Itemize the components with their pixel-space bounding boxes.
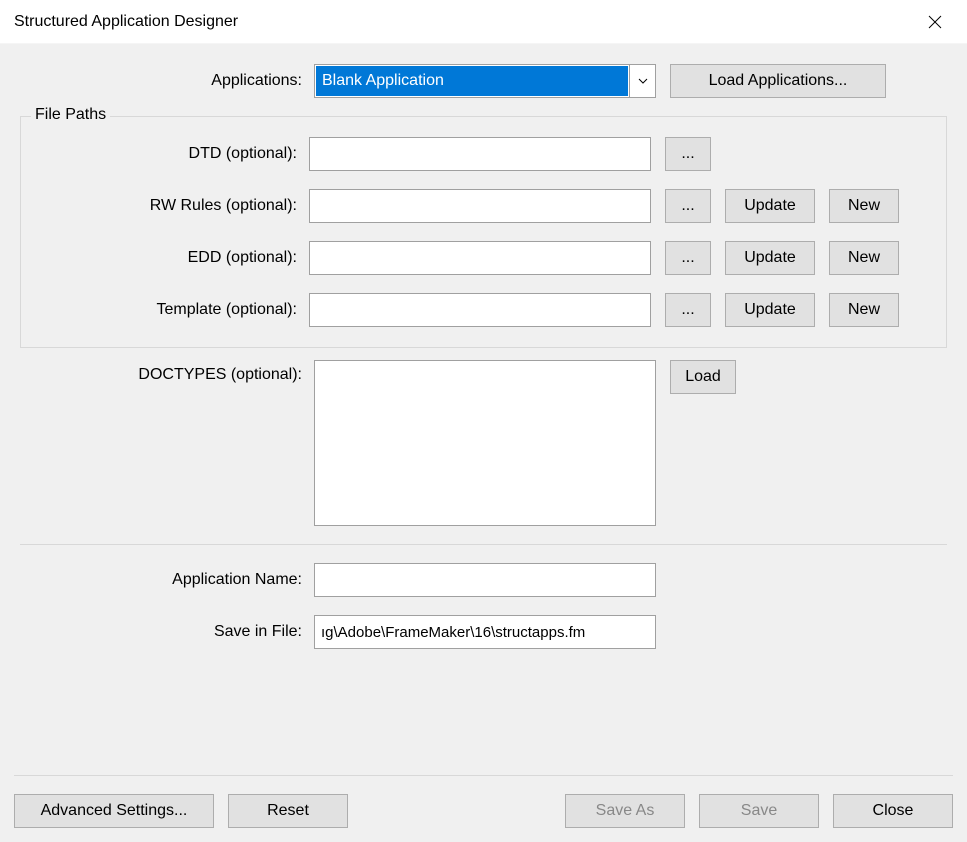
footer-buttons: Advanced Settings... Reset Save As Save … — [14, 794, 953, 828]
save-button[interactable]: Save — [699, 794, 819, 828]
edd-label: EDD (optional): — [21, 249, 309, 267]
advanced-settings-button[interactable]: Advanced Settings... — [14, 794, 214, 828]
app-name-input[interactable] — [314, 563, 656, 597]
save-in-file-label: Save in File: — [14, 623, 314, 641]
window-title: Structured Application Designer — [14, 13, 238, 31]
separator-2 — [14, 775, 953, 776]
save-in-file-field[interactable]: ıg\Adobe\FrameMaker\16\structapps.fm — [314, 615, 656, 649]
doctypes-row: DOCTYPES (optional): Load — [14, 360, 953, 526]
template-input[interactable] — [309, 293, 651, 327]
titlebar: Structured Application Designer — [0, 0, 967, 44]
dialog-content: Applications: Blank Application Load App… — [0, 44, 967, 842]
file-paths-legend: File Paths — [31, 106, 110, 124]
template-label: Template (optional): — [21, 301, 309, 319]
rwrules-row: RW Rules (optional): ... Update New — [21, 189, 938, 223]
dtd-row: DTD (optional): ... — [21, 137, 938, 171]
doctypes-load-button[interactable]: Load — [670, 360, 736, 394]
applications-row: Applications: Blank Application Load App… — [14, 64, 953, 98]
chevron-down-icon[interactable] — [629, 65, 655, 97]
edd-update-button[interactable]: Update — [725, 241, 815, 275]
applications-label: Applications: — [14, 72, 314, 90]
close-icon[interactable] — [915, 6, 955, 38]
template-update-button[interactable]: Update — [725, 293, 815, 327]
doctypes-input[interactable] — [314, 360, 656, 526]
rwrules-label: RW Rules (optional): — [21, 197, 309, 215]
app-name-row: Application Name: — [14, 563, 953, 597]
load-applications-button[interactable]: Load Applications... — [670, 64, 886, 98]
edd-row: EDD (optional): ... Update New — [21, 241, 938, 275]
template-new-button[interactable]: New — [829, 293, 899, 327]
edd-input[interactable] — [309, 241, 651, 275]
edd-browse-button[interactable]: ... — [665, 241, 711, 275]
save-as-button[interactable]: Save As — [565, 794, 685, 828]
rwrules-new-button[interactable]: New — [829, 189, 899, 223]
dtd-label: DTD (optional): — [21, 145, 309, 163]
template-browse-button[interactable]: ... — [665, 293, 711, 327]
doctypes-label: DOCTYPES (optional): — [14, 360, 314, 384]
rwrules-update-button[interactable]: Update — [725, 189, 815, 223]
applications-combo[interactable]: Blank Application — [314, 64, 656, 98]
rwrules-input[interactable] — [309, 189, 651, 223]
rwrules-browse-button[interactable]: ... — [665, 189, 711, 223]
dtd-input[interactable] — [309, 137, 651, 171]
app-name-label: Application Name: — [14, 571, 314, 589]
applications-selected: Blank Application — [316, 66, 628, 96]
template-row: Template (optional): ... Update New — [21, 293, 938, 327]
save-in-file-row: Save in File: ıg\Adobe\FrameMaker\16\str… — [14, 615, 953, 649]
separator-1 — [20, 544, 947, 545]
file-paths-group: File Paths DTD (optional): ... RW Rules … — [20, 116, 947, 348]
footer: Advanced Settings... Reset Save As Save … — [14, 775, 953, 828]
edd-new-button[interactable]: New — [829, 241, 899, 275]
dtd-browse-button[interactable]: ... — [665, 137, 711, 171]
close-button[interactable]: Close — [833, 794, 953, 828]
reset-button[interactable]: Reset — [228, 794, 348, 828]
